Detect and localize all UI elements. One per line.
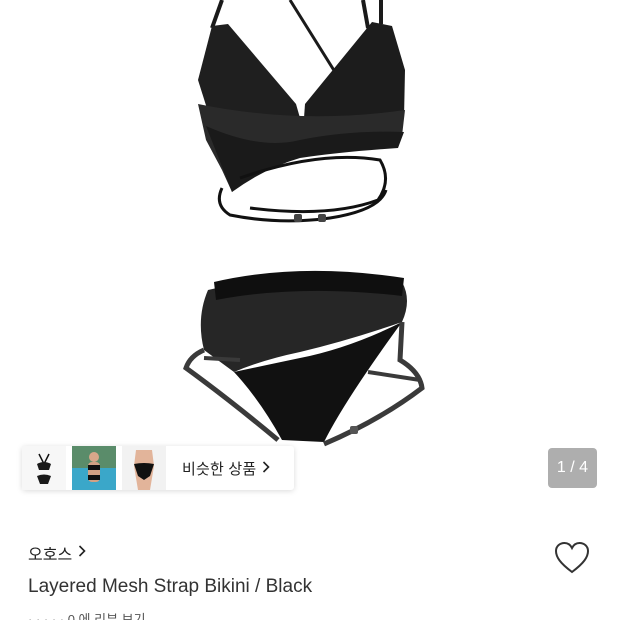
product-title: Layered Mesh Strap Bikini / Black <box>28 576 313 597</box>
brand-link[interactable]: 오호스 <box>28 541 86 565</box>
similar-thumbnail[interactable] <box>72 446 116 490</box>
image-page-counter: 1 / 4 <box>548 448 597 488</box>
product-image[interactable] <box>0 0 620 505</box>
similar-products-label: 비슷한 상품 <box>182 460 257 478</box>
chevron-right-icon <box>262 460 271 477</box>
model-pool-thumbnail-icon <box>72 446 116 490</box>
bikini-illustration <box>183 0 425 447</box>
bikini-thumbnail-icon <box>22 446 66 490</box>
bottom-thumbnail-icon <box>122 446 166 490</box>
brand-name: 오호스 <box>28 547 73 564</box>
product-detail-screen: 비슷한 상품 1 / 4 오호스 Layered Mesh Strap Biki… <box>0 0 620 620</box>
similar-thumbnail[interactable] <box>122 446 166 490</box>
chevron-right-icon <box>78 544 86 562</box>
review-summary-line[interactable]: · · · · · 0 에 리뷰 보기 <box>28 608 146 620</box>
similar-thumbnail[interactable] <box>22 446 66 490</box>
wishlist-heart-button[interactable] <box>554 541 590 575</box>
similar-products-link[interactable]: 비슷한 상품 <box>182 458 271 479</box>
heart-outline-icon <box>554 541 590 574</box>
similar-products-bar[interactable]: 비슷한 상품 <box>22 446 294 490</box>
